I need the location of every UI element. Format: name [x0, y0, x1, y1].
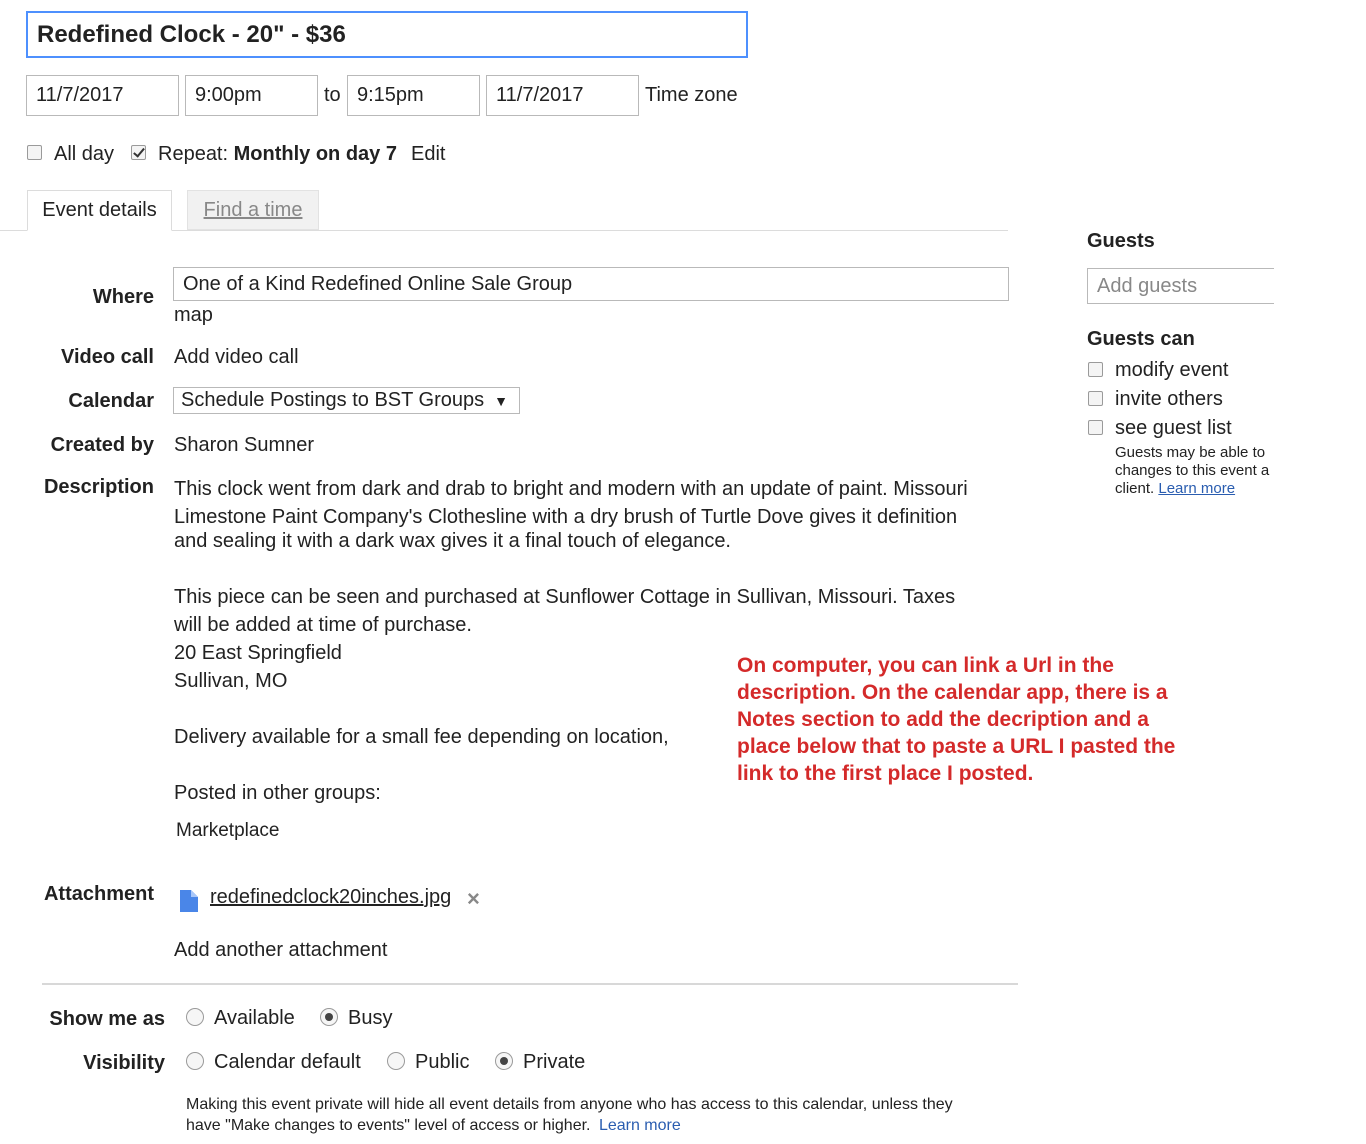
add-another-attachment-link[interactable]: Add another attachment [174, 939, 387, 962]
description-line: and sealing it with a dark wax gives it … [174, 530, 731, 552]
file-icon [180, 890, 198, 912]
repeat-edit-link[interactable]: Edit [411, 143, 445, 166]
where-label: Where [92, 286, 154, 308]
end-time-input[interactable]: 9:15pm [347, 75, 480, 116]
where-input[interactable]: One of a Kind Redefined Online Sale Grou… [173, 267, 1009, 301]
calendar-label: Calendar [68, 390, 154, 412]
show-me-as-label: Show me as [49, 1008, 165, 1030]
attachment-file-link[interactable]: redefinedclock20inches.jpg [210, 886, 451, 909]
see-guest-list-label: see guest list [1115, 417, 1232, 439]
repeat-label: Repeat: Monthly on day 7 [158, 143, 397, 166]
video-call-label: Video call [60, 346, 154, 368]
attachment-label: Attachment [43, 883, 154, 905]
description-line: will be added at time of purchase. [174, 614, 472, 636]
private-radio[interactable] [495, 1052, 513, 1070]
event-title-text: Redefined Clock - 20" - $36 [37, 20, 346, 48]
invite-others-label: invite others [1115, 388, 1223, 410]
guests-learn-more-link[interactable]: Learn more [1158, 480, 1235, 497]
start-time-input[interactable]: 9:00pm [185, 75, 318, 116]
guests-note-line2: changes to this event a [1115, 462, 1270, 479]
repeat-checkbox[interactable] [131, 145, 146, 160]
calendar-default-radio[interactable] [186, 1052, 204, 1070]
description-line: This piece can be seen and purchased at … [174, 586, 956, 608]
description-label: Description [43, 476, 154, 498]
public-label: Public [415, 1051, 470, 1073]
available-radio[interactable] [186, 1008, 204, 1026]
guests-note: Guests may be able to changes to this ev… [1115, 444, 1274, 498]
tab-find-a-time[interactable]: Find a time [187, 190, 319, 230]
calendar-select[interactable]: Schedule Postings to BST Groups ▼ [173, 387, 520, 414]
all-day-label: All day [54, 143, 115, 165]
invite-others-checkbox[interactable] [1088, 391, 1103, 406]
event-title-input[interactable]: Redefined Clock - 20" - $36 [26, 11, 748, 58]
modify-event-checkbox[interactable] [1088, 362, 1103, 377]
private-note-line2-text: have "Make changes to events" level of a… [186, 1117, 591, 1134]
guests-note-line3: client. [1115, 480, 1155, 497]
section-divider [42, 983, 1018, 985]
private-note-line1: Making this event private will hide all … [186, 1096, 953, 1113]
busy-label: Busy [348, 1007, 393, 1029]
start-time-value: 9:00pm [195, 84, 262, 106]
available-label: Available [214, 1007, 295, 1029]
where-value: One of a Kind Redefined Online Sale Grou… [183, 272, 573, 295]
tab-event-details[interactable]: Event details [27, 190, 172, 231]
guests-title: Guests [1087, 230, 1155, 252]
repeat-label-text: Repeat: [158, 143, 229, 165]
private-label: Private [523, 1051, 586, 1073]
modify-event-label: modify event [1115, 359, 1229, 381]
add-video-call-link[interactable]: Add video call [174, 346, 299, 369]
end-time-value: 9:15pm [357, 84, 424, 106]
start-date-value: 11/7/2017 [36, 84, 124, 106]
see-guest-list-checkbox[interactable] [1088, 420, 1103, 435]
remove-attachment-icon[interactable]: × [467, 886, 480, 912]
calendar-default-label: Calendar default [214, 1051, 361, 1073]
start-date-input[interactable]: 11/7/2017 [26, 75, 179, 116]
all-day-checkbox[interactable] [27, 145, 42, 160]
add-guests-input[interactable]: Add guests [1087, 268, 1274, 304]
calendar-select-value: Schedule Postings to BST Groups [181, 389, 485, 411]
guests-can-title: Guests can [1087, 328, 1195, 350]
private-note-line2: have "Make changes to events" level of a… [186, 1117, 681, 1135]
timezone-link[interactable]: Time zone [645, 84, 738, 107]
dropdown-arrow-icon: ▼ [494, 392, 508, 409]
add-guests-placeholder: Add guests [1097, 274, 1198, 297]
tab-event-details-label: Event details [42, 199, 157, 221]
repeat-value: Monthly on day 7 [233, 143, 397, 165]
guests-note-line1: Guests may be able to [1115, 444, 1266, 461]
created-by-label: Created by [50, 434, 154, 456]
end-date-value: 11/7/2017 [496, 84, 584, 106]
map-link[interactable]: map [174, 304, 213, 327]
public-radio[interactable] [387, 1052, 405, 1070]
busy-radio[interactable] [320, 1008, 338, 1026]
end-date-input[interactable]: 11/7/2017 [486, 75, 639, 116]
annotation-note: On computer, you can link a Url in the d… [737, 654, 1176, 785]
visibility-learn-more-link[interactable]: Learn more [599, 1117, 681, 1134]
description-line: This clock went from dark and drab to br… [174, 478, 968, 500]
visibility-label: Visibility [83, 1052, 165, 1074]
tab-find-a-time-label: Find a time [203, 198, 303, 221]
created-by-value: Sharon Sumner [174, 434, 315, 456]
description-line: Marketplace [176, 820, 280, 841]
to-label: to [324, 84, 341, 106]
